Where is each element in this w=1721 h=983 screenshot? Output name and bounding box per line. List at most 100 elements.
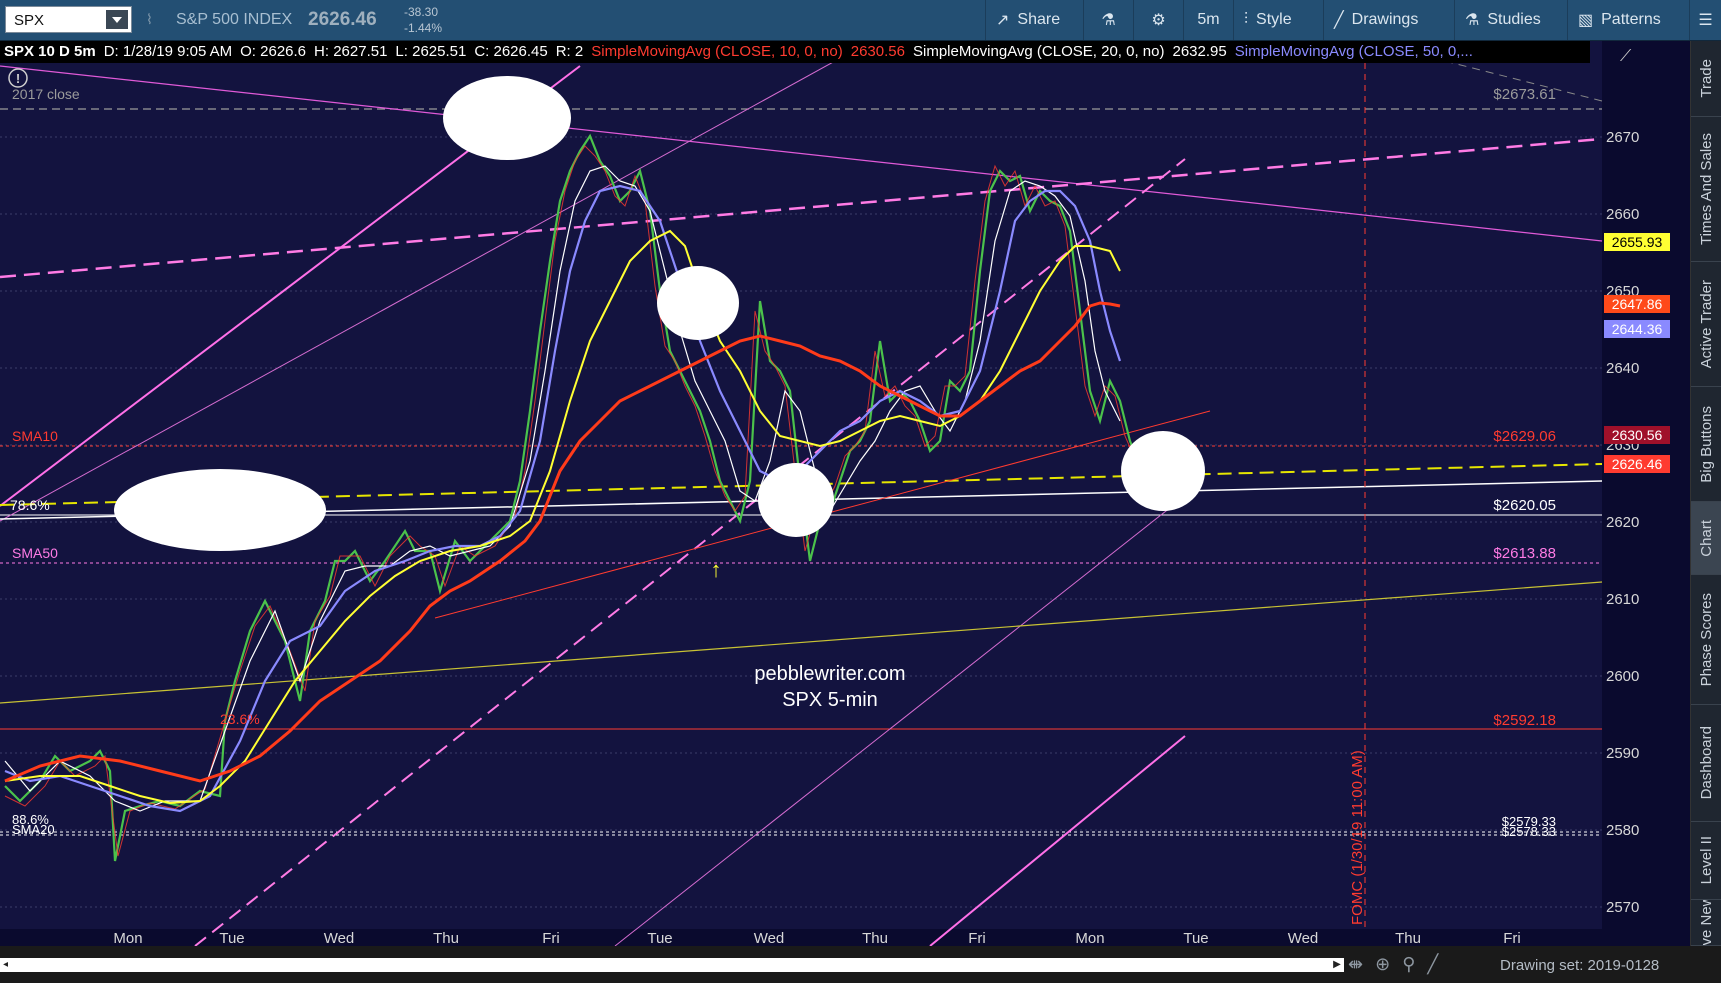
gear-icon: ⚙ [1151, 12, 1166, 29]
time-tick: Thu [433, 930, 459, 946]
study-high: H: 2627.51 [314, 43, 388, 60]
label-2592: $2592.18 [1493, 712, 1556, 729]
tab-label: Phase Scores [1697, 592, 1715, 687]
time-tick: Thu [1395, 930, 1421, 946]
share-button[interactable]: ↗ Share [985, 0, 1083, 40]
tab-big-buttons[interactable]: Big Buttons [1691, 387, 1721, 502]
price-tick: 2620 [1606, 514, 1639, 531]
price-tick: 2580 [1606, 822, 1639, 839]
drawing-set-label[interactable]: Drawing set: 2019-0128 [1500, 957, 1659, 974]
tab-label: Live News [1697, 900, 1715, 946]
study-sma20-value: 2632.95 [1172, 43, 1227, 60]
time-tick: Thu [862, 930, 888, 946]
badge-2626-text: 2626.46 [1612, 456, 1663, 472]
time-tick: Tue [1183, 930, 1208, 946]
study-sma50-label[interactable]: SimpleMovingAvg (CLOSE, 50, 0,... [1231, 41, 1477, 60]
tab-chart[interactable]: Chart [1691, 502, 1721, 575]
time-scrollbar[interactable] [8, 958, 1344, 972]
timeframe-button[interactable]: 5m [1183, 0, 1233, 40]
pencil-icon: ╱ [1334, 12, 1344, 29]
style-icon: ⫶ [1244, 11, 1249, 28]
study-close: C: 2626.45 [474, 43, 548, 60]
drawings-label: Drawings [1351, 11, 1419, 28]
tab-label: Active Trader [1697, 279, 1715, 369]
zoom-icon[interactable]: ⚲ [1402, 954, 1427, 974]
tab-phase-scores[interactable]: Phase Scores [1691, 575, 1721, 705]
time-tick: Wed [324, 930, 355, 946]
highlight-ellipse-right [1121, 431, 1205, 511]
chevron-down-icon[interactable] [106, 10, 128, 29]
price-change-pct: -1.44% [404, 21, 443, 35]
study-open: O: 2626.6 [240, 43, 307, 60]
index-name: S&P 500 INDEX [176, 11, 293, 28]
badge-2630-text: 2630.56 [1612, 427, 1663, 443]
label-2579b: $2578.33 [1502, 824, 1556, 839]
highlight-ellipse-top [443, 76, 571, 160]
share-icon: ↗ [996, 12, 1010, 29]
time-tick: Fri [1503, 930, 1521, 946]
style-button[interactable]: ⫶ Style [1233, 0, 1323, 40]
studies-label: Studies [1487, 11, 1541, 28]
symbol-selector[interactable]: SPX [5, 6, 132, 33]
top-toolbar: SPX ⌇ S&P 500 INDEX 2626.46 -38.30 -1.44… [0, 0, 1721, 41]
time-tick: Fri [542, 930, 560, 946]
tab-trade[interactable]: Trade [1691, 41, 1721, 117]
time-tick: Tue [219, 930, 244, 946]
tab-label: Big Buttons [1697, 405, 1715, 483]
scroll-right-icon[interactable]: ▶ [1330, 958, 1344, 972]
highlight-ellipse-left [114, 469, 326, 551]
study-sma20-label[interactable]: SimpleMovingAvg (CLOSE, 20, 0, no) [909, 41, 1169, 60]
time-tick: Mon [113, 930, 142, 946]
patterns-button[interactable]: ▧ Patterns [1567, 0, 1689, 40]
highlight-ellipse-low [758, 463, 834, 537]
up-arrow-icon: ↑ [711, 557, 722, 582]
chart-style-icon[interactable]: ⟋ [1620, 48, 1632, 65]
flask-icon: ⚗ [1101, 12, 1116, 29]
menu-icon: ☰ [1698, 12, 1713, 29]
label-2629: $2629.06 [1493, 428, 1556, 445]
style-label: Style [1256, 11, 1292, 28]
tab-label: Chart [1697, 519, 1715, 557]
annot-sma50: SMA50 [12, 545, 58, 561]
patterns-icon: ▧ [1578, 12, 1594, 29]
annot-2017-close: 2017 close [12, 86, 80, 102]
label-2613: $2613.88 [1493, 545, 1556, 562]
pencil-icon[interactable]: ╱ [1427, 954, 1450, 974]
chart-svg[interactable]: ↑ 2017 close SMA10 78.6% SMA50 23.6% 88.… [0, 0, 1690, 947]
tab-label: Level II [1697, 836, 1715, 885]
time-tick: Wed [754, 930, 785, 946]
tab-dashboard[interactable]: Dashboard [1691, 705, 1721, 822]
link-icon[interactable]: ⌇ [146, 11, 153, 28]
settings-button[interactable]: ⚙ [1133, 0, 1183, 40]
tab-active-trader[interactable]: Active Trader [1691, 262, 1721, 387]
flask-study-icon: ⚗ [1465, 12, 1480, 29]
menu-button[interactable]: ☰ [1689, 0, 1721, 40]
right-sidebar: Trade Times And Sales Active Trader Big … [1690, 41, 1721, 946]
time-tick: Mon [1075, 930, 1104, 946]
alert-icon-mark: ! [16, 71, 20, 86]
price-tick: 2600 [1606, 668, 1639, 685]
study-r: R: 2 [555, 43, 584, 60]
price-chart[interactable]: ↑ 2017 close SMA10 78.6% SMA50 23.6% 88.… [0, 0, 1690, 947]
annot-sma20: SMA20 [12, 822, 55, 837]
study-low: L: 2625.51 [395, 43, 467, 60]
studies-button[interactable]: ⚗ Studies [1454, 0, 1567, 40]
study-header: SPX 10 D 5m [4, 43, 96, 60]
tab-label: Trade [1697, 59, 1715, 98]
tab-level-ii[interactable]: Level II [1691, 822, 1721, 900]
flask-button[interactable]: ⚗ [1083, 0, 1133, 40]
badge-2647-text: 2647.86 [1612, 296, 1663, 312]
label-2620: $2620.05 [1493, 497, 1556, 514]
price-tick: 2590 [1606, 745, 1639, 762]
price-tick: 2670 [1606, 129, 1639, 146]
watermark-line1: pebblewriter.com [754, 663, 905, 685]
expand-icon[interactable]: ⇼ [1348, 954, 1375, 974]
tab-live-news[interactable]: Live News [1691, 900, 1721, 946]
drawings-button[interactable]: ╱ Drawings [1323, 0, 1454, 40]
time-tick: Fri [968, 930, 986, 946]
tab-times-and-sales[interactable]: Times And Sales [1691, 117, 1721, 262]
price-tick: 2610 [1606, 591, 1639, 608]
study-sma10-label[interactable]: SimpleMovingAvg (CLOSE, 10, 0, no) [587, 41, 847, 60]
crosshair-icon[interactable]: ⊕ [1375, 954, 1402, 974]
patterns-label: Patterns [1601, 11, 1661, 28]
